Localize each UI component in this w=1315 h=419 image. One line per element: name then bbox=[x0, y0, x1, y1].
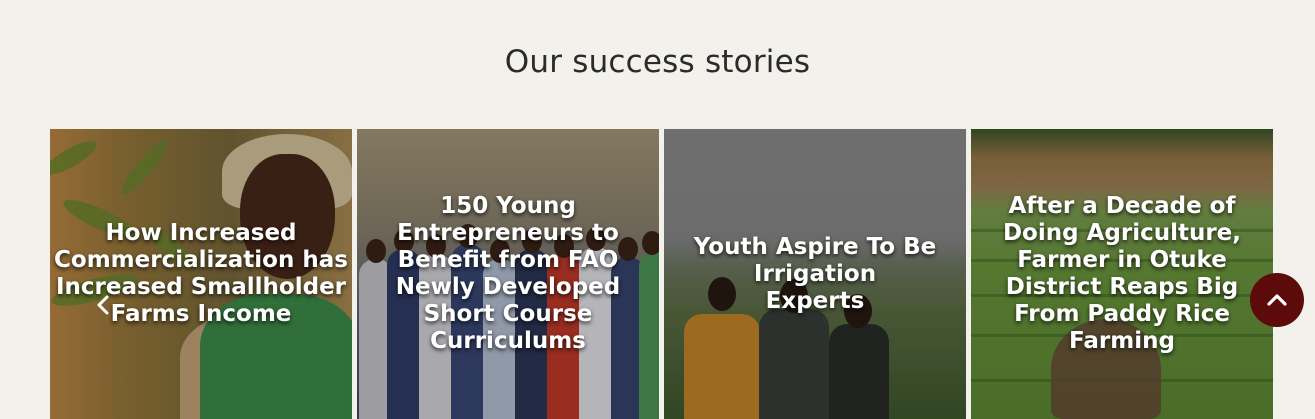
success-stories-carousel: How Increased Commercialization has Incr… bbox=[50, 129, 1273, 419]
carousel-prev-button[interactable] bbox=[96, 294, 110, 321]
story-card-paddy-rice[interactable]: After a Decade of Doing Agriculture, Far… bbox=[971, 129, 1273, 419]
chevron-left-icon bbox=[97, 295, 109, 315]
story-title: Youth Aspire To Be Irrigation Experts bbox=[693, 233, 937, 314]
story-card-commercialization[interactable]: How Increased Commercialization has Incr… bbox=[50, 129, 352, 419]
story-title: 150 Young Entrepreneurs to Benefit from … bbox=[395, 193, 621, 354]
scroll-to-top-button[interactable] bbox=[1250, 273, 1304, 327]
story-card-young-entrepreneurs[interactable]: 150 Young Entrepreneurs to Benefit from … bbox=[357, 129, 659, 419]
chevron-up-icon bbox=[1267, 294, 1287, 306]
story-card-irrigation-experts[interactable]: Youth Aspire To Be Irrigation Experts bbox=[664, 129, 966, 419]
story-title: After a Decade of Doing Agriculture, Far… bbox=[1002, 193, 1242, 354]
story-title: How Increased Commercialization has Incr… bbox=[54, 220, 348, 327]
section-title: Our success stories bbox=[504, 44, 811, 80]
